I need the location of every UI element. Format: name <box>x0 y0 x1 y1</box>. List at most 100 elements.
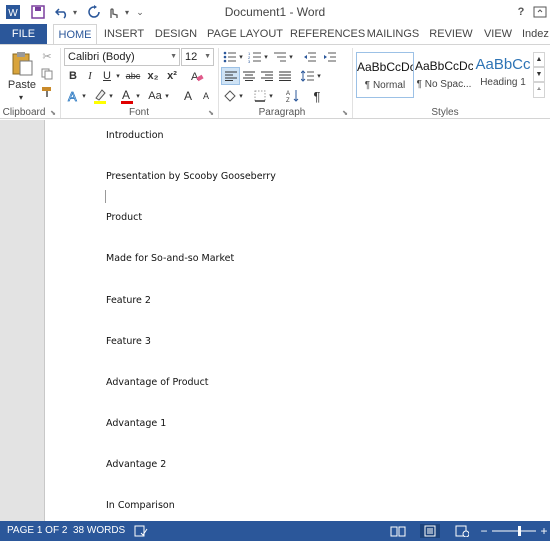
paste-dropdown-icon[interactable]: ▾ <box>14 92 28 102</box>
highlight-dropdown-icon[interactable]: ▾ <box>107 87 115 105</box>
font-color-icon[interactable]: A <box>119 87 135 105</box>
style-normal[interactable]: AaBbCcDc ¶ Normal <box>356 52 414 98</box>
help-button[interactable]: ? <box>514 3 528 21</box>
borders-dropdown-icon[interactable]: ▾ <box>267 87 275 105</box>
paragraph[interactable]: Product <box>106 212 142 223</box>
paragraph[interactable]: Presentation by Scooby Gooseberry <box>106 171 276 182</box>
styles-more-icon[interactable]: ⩡ <box>533 82 545 98</box>
paragraph[interactable]: Advantage 1 <box>106 418 166 429</box>
title-bar: W ▾ ▾ ⌄ Document1 - Word ? <box>0 0 550 24</box>
multilevel-list-icon[interactable] <box>272 49 288 65</box>
tab-view[interactable]: VIEW <box>480 24 516 44</box>
multilevel-dropdown-icon[interactable]: ▾ <box>287 49 295 65</box>
tab-file[interactable]: FILE <box>0 24 47 44</box>
divider <box>60 48 61 118</box>
ribbon-display-icon[interactable] <box>532 3 548 21</box>
tab-references[interactable]: REFERENCES <box>290 24 365 44</box>
tab-review[interactable]: REVIEW <box>428 24 474 44</box>
paste-button[interactable]: Paste <box>4 78 40 92</box>
style-no-spacing[interactable]: AaBbCcDc ¶ No Spac... <box>415 52 473 98</box>
font-name-combo[interactable]: Calibri (Body) ▼ <box>64 48 180 66</box>
svg-text:Z: Z <box>286 98 290 103</box>
shrink-font-button[interactable]: A <box>199 87 213 105</box>
proofing-icon[interactable] <box>133 524 149 538</box>
highlight-icon[interactable] <box>92 87 108 105</box>
bullets-dropdown-icon[interactable]: ▾ <box>237 49 245 65</box>
shading-icon[interactable] <box>222 87 238 105</box>
paragraph[interactable]: Advantage of Product <box>106 377 209 388</box>
read-mode-icon[interactable] <box>389 524 407 538</box>
paragraph[interactable]: Feature 2 <box>106 295 151 306</box>
zoom-in-icon[interactable]: + <box>539 524 549 538</box>
increase-indent-icon[interactable] <box>322 49 338 65</box>
superscript-button[interactable]: x² <box>164 68 180 84</box>
word-count[interactable]: 38 WORDS <box>73 525 125 536</box>
tab-insert[interactable]: INSERT <box>101 24 147 44</box>
font-group-label: Font <box>128 107 149 118</box>
text-effects-dropdown-icon[interactable]: ▾ <box>80 87 88 105</box>
format-painter-icon[interactable] <box>40 85 54 99</box>
align-center-button[interactable] <box>241 68 257 84</box>
sort-icon[interactable]: AZ <box>285 87 301 105</box>
line-spacing-icon[interactable] <box>300 68 316 84</box>
cut-icon[interactable]: ✂ <box>40 49 54 63</box>
show-hide-marks-button[interactable]: ¶ <box>309 87 325 105</box>
subscript-button[interactable]: x₂ <box>145 68 161 84</box>
document-page[interactable]: Introduction Presentation by Scooby Goos… <box>44 120 550 521</box>
tab-design[interactable]: DESIGN <box>152 24 200 44</box>
align-left-button[interactable] <box>221 67 240 85</box>
svg-text:A: A <box>122 88 130 102</box>
strikethrough-button[interactable]: abc <box>124 68 142 84</box>
line-spacing-dropdown-icon[interactable]: ▾ <box>315 68 323 84</box>
clear-formatting-icon[interactable]: A <box>189 68 205 84</box>
zoom-slider[interactable] <box>492 524 536 538</box>
page-count[interactable]: PAGE 1 OF 2 <box>7 525 67 536</box>
status-bar: PAGE 1 OF 2 38 WORDS − + <box>0 521 550 541</box>
tab-mailings[interactable]: MAILINGS <box>365 24 421 44</box>
paragraph-launcher-icon[interactable]: ⬊ <box>341 109 349 117</box>
web-layout-icon[interactable] <box>453 524 471 538</box>
styles-group-label: Styles <box>431 107 459 118</box>
paragraph[interactable]: Introduction <box>106 130 164 141</box>
change-case-button[interactable]: Aa <box>146 87 164 105</box>
borders-icon[interactable] <box>252 87 268 105</box>
numbering-icon[interactable]: 123 <box>247 49 263 65</box>
paragraph[interactable]: Advantage 2 <box>106 459 166 470</box>
justify-button[interactable] <box>277 68 293 84</box>
align-right-button[interactable] <box>259 68 275 84</box>
font-size-value: 12 <box>185 51 198 63</box>
paragraph[interactable]: Made for So-and-so Market <box>106 253 234 264</box>
tab-page-layout[interactable]: PAGE LAYOUT <box>207 24 283 44</box>
shading-dropdown-icon[interactable]: ▾ <box>237 87 245 105</box>
chevron-down-icon: ▼ <box>204 53 211 60</box>
styles-scroll-down-icon[interactable]: ▼ <box>533 67 545 82</box>
bold-button[interactable]: B <box>66 68 80 84</box>
font-name-value: Calibri (Body) <box>68 51 135 63</box>
zoom-out-icon[interactable]: − <box>479 524 489 538</box>
underline-dropdown-icon[interactable]: ▾ <box>113 68 123 84</box>
styles-scroll-up-icon[interactable]: ▲ <box>533 52 545 67</box>
bullets-icon[interactable] <box>222 49 238 65</box>
italic-button[interactable]: I <box>83 68 97 84</box>
decrease-indent-icon[interactable] <box>302 49 318 65</box>
chevron-down-icon: ▼ <box>170 53 177 60</box>
underline-button[interactable]: U <box>100 68 114 84</box>
style-heading-1[interactable]: AaBbCc Heading 1 <box>474 52 532 98</box>
style-name: ¶ No Spac... <box>416 79 472 90</box>
tab-home[interactable]: HOME <box>53 24 97 45</box>
paragraph[interactable]: Feature 3 <box>106 336 151 347</box>
numbering-dropdown-icon[interactable]: ▾ <box>262 49 270 65</box>
font-color-dropdown-icon[interactable]: ▾ <box>134 87 142 105</box>
paste-icon[interactable] <box>6 50 38 78</box>
paragraph[interactable]: In Comparison <box>106 500 175 511</box>
font-size-combo[interactable]: 12 ▼ <box>181 48 214 66</box>
font-launcher-icon[interactable]: ⬊ <box>207 109 215 117</box>
change-case-dropdown-icon[interactable]: ▾ <box>163 87 171 105</box>
clipboard-launcher-icon[interactable]: ⬊ <box>49 109 57 117</box>
svg-text:A: A <box>68 89 77 103</box>
print-layout-icon[interactable] <box>420 524 440 538</box>
grow-font-button[interactable]: A <box>180 87 196 105</box>
divider <box>352 48 353 118</box>
copy-icon[interactable] <box>40 67 54 81</box>
tab-indez[interactable]: Indez <box>522 24 550 44</box>
